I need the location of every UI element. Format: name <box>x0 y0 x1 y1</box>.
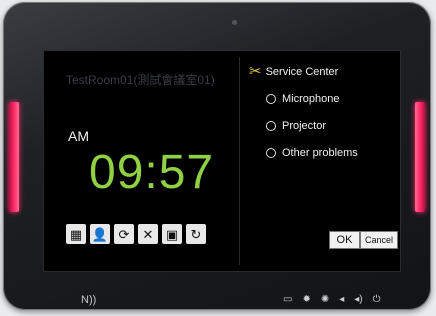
room-name: TestRoom01(測試會議室01) <box>66 73 215 87</box>
status-led-left <box>9 102 19 212</box>
option-projector[interactable]: Projector <box>266 120 326 132</box>
brightness-down-icon[interactable]: ✺ <box>321 294 329 305</box>
status-led-right <box>415 102 425 212</box>
option-label: Microphone <box>282 93 340 105</box>
system-control-bar: ▭ ✹ ✺ ◂ ◂) ⏻ <box>283 294 381 305</box>
radio-button[interactable] <box>266 121 276 131</box>
refresh-icon[interactable]: ↻ <box>186 224 206 244</box>
display-icon[interactable]: ▭ <box>283 294 292 305</box>
timer-icon[interactable]: ⟳ <box>114 224 134 244</box>
camera-dot <box>232 20 237 25</box>
cancel-button[interactable]: Cancel <box>360 231 398 249</box>
user-icon[interactable]: 👤 <box>90 224 110 244</box>
service-center-heading: ✂ Service Center <box>249 64 338 79</box>
calendar-icon[interactable]: ▦ <box>66 224 86 244</box>
screen-divider <box>239 57 240 265</box>
am-pm-label: AM <box>68 128 89 144</box>
brightness-up-icon[interactable]: ✹ <box>302 294 310 305</box>
power-icon[interactable]: ⏻ <box>373 294 381 305</box>
clock-display: 09:57 <box>89 146 215 199</box>
volume-down-icon[interactable]: ◂ <box>339 294 344 305</box>
tools-icon[interactable]: ✕ <box>138 224 158 244</box>
option-microphone[interactable]: Microphone <box>266 93 339 105</box>
option-label: Projector <box>282 120 327 132</box>
option-label: Other problems <box>282 147 358 159</box>
ok-button[interactable]: OK <box>329 231 360 249</box>
radio-button[interactable] <box>266 94 276 104</box>
action-toolbar: ▦ 👤 ⟳ ✕ ▣ ↻ <box>66 224 206 244</box>
touch-screen: TestRoom01(測試會議室01) AM 09:57 ▦ 👤 ⟳ ✕ ▣ ↻… <box>43 50 401 272</box>
radio-button[interactable] <box>266 148 276 158</box>
volume-up-icon[interactable]: ◂) <box>354 294 362 305</box>
nfc-label: N)) <box>81 294 97 306</box>
tools-icon: ✂ <box>249 63 262 80</box>
service-center-title: Service Center <box>265 65 339 78</box>
room-panel-device: TestRoom01(測試會議室01) AM 09:57 ▦ 👤 ⟳ ✕ ▣ ↻… <box>3 2 431 310</box>
option-other-problems[interactable]: Other problems <box>266 147 358 159</box>
calendar-cancel-icon[interactable]: ▣ <box>162 224 182 244</box>
